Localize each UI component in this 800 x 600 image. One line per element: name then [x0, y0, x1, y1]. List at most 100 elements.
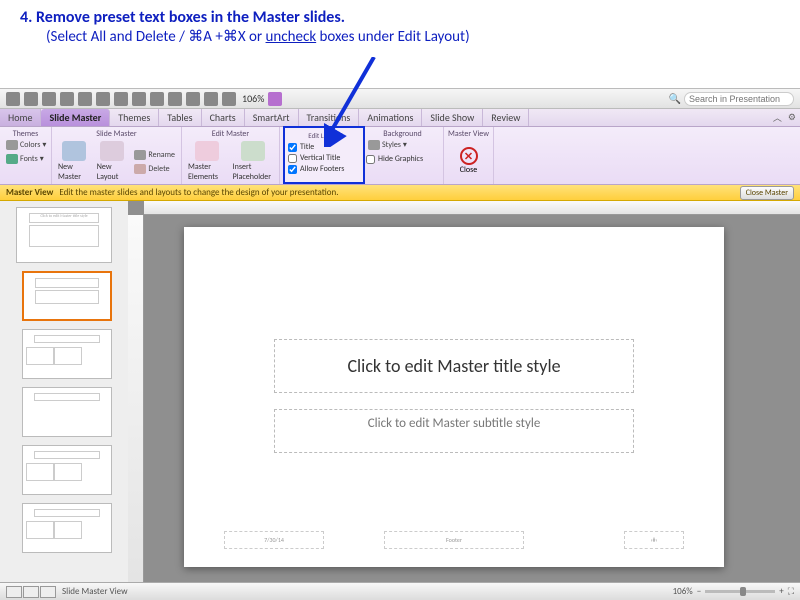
fonts-icon	[6, 154, 18, 164]
zoom-in-icon[interactable]: +	[779, 586, 783, 597]
search-icon: 🔍	[669, 92, 681, 105]
rename-button[interactable]: Rename	[132, 149, 177, 161]
slide-thumbnail-panel[interactable]: Click to edit Master title style	[0, 201, 128, 582]
tab-transitions[interactable]: Transitions	[299, 109, 360, 126]
zoom-value[interactable]: 106%	[242, 92, 264, 105]
tab-tables[interactable]: Tables	[159, 109, 201, 126]
group-head: Edit Master	[186, 129, 275, 139]
date-placeholder[interactable]: 7/30/14	[224, 531, 324, 549]
status-label: Slide Master View	[62, 586, 128, 597]
zoom-slider[interactable]	[705, 590, 775, 593]
options-icon[interactable]: ⚙	[788, 112, 796, 123]
checkbox-input[interactable]	[366, 155, 375, 164]
slideshow-view-button[interactable]	[40, 586, 56, 598]
group-head: Themes	[4, 129, 47, 139]
group-head: Background	[366, 129, 439, 139]
checkbox-input[interactable]	[288, 165, 297, 174]
qat-icon[interactable]	[6, 92, 20, 106]
close-icon: ✕	[460, 147, 478, 165]
undo-icon[interactable]	[168, 92, 182, 106]
checkbox-input[interactable]	[288, 154, 297, 163]
delete-button[interactable]: Delete	[132, 163, 177, 175]
master-view-text: Edit the master slides and layouts to ch…	[59, 187, 338, 198]
workspace: Click to edit Master title style Click t…	[0, 201, 800, 582]
subtitle-placeholder[interactable]: Click to edit Master subtitle style	[274, 409, 634, 453]
tab-animations[interactable]: Animations	[359, 109, 422, 126]
tab-charts[interactable]: Charts	[202, 109, 245, 126]
title-placeholder[interactable]: Click to edit Master title style	[274, 339, 634, 393]
new-layout-icon	[100, 141, 124, 161]
sorter-view-button[interactable]	[23, 586, 39, 598]
hide-graphics-checkbox[interactable]: Hide Graphics	[366, 154, 423, 164]
qat-icon[interactable]	[222, 92, 236, 106]
checkbox-input[interactable]	[288, 143, 297, 152]
colors-button[interactable]: Colors ▾	[4, 139, 48, 151]
fit-icon[interactable]: ⛶	[788, 586, 794, 597]
master-thumbnail[interactable]: Click to edit Master title style	[16, 207, 112, 263]
layout-thumbnail-selected[interactable]	[22, 271, 112, 321]
status-bar: Slide Master View 106% − + ⛶	[0, 582, 800, 600]
close-master-button[interactable]: Close Master	[740, 186, 794, 200]
redo-icon[interactable]	[186, 92, 200, 106]
slide-canvas[interactable]: Click to edit Master title style Click t…	[184, 227, 724, 567]
search-box[interactable]: 🔍	[669, 92, 794, 106]
canvas-area: Click to edit Master title style Click t…	[128, 201, 800, 582]
step-subtitle: (Select All and Delete / ⌘A +⌘X or unche…	[46, 27, 780, 46]
format-icon[interactable]	[150, 92, 164, 106]
tab-smartart[interactable]: SmartArt	[245, 109, 299, 126]
master-view-label: Master View	[6, 187, 53, 198]
zoom-control[interactable]: 106% − + ⛶	[673, 586, 794, 597]
copy-icon[interactable]	[114, 92, 128, 106]
step-title: 4. Remove preset text boxes in the Maste…	[20, 8, 780, 27]
tab-themes[interactable]: Themes	[110, 109, 159, 126]
title-checkbox[interactable]: Title	[288, 142, 360, 152]
help-icon[interactable]	[268, 92, 282, 106]
cut-icon[interactable]	[96, 92, 110, 106]
save-icon[interactable]	[60, 92, 74, 106]
quick-access-toolbar: 106% 🔍	[0, 89, 800, 109]
vertical-ruler	[128, 215, 144, 582]
fonts-button[interactable]: Fonts ▾	[4, 153, 46, 165]
master-elements-button[interactable]: Master Elements	[186, 139, 228, 184]
tab-home[interactable]: Home	[0, 109, 41, 126]
step-text: Remove preset text boxes in the Master s…	[36, 8, 345, 27]
group-edit-master: Edit Master Master Elements Insert Place…	[182, 127, 280, 184]
qat-icon[interactable]	[42, 92, 56, 106]
powerpoint-window: 106% 🔍 Home Slide Master Themes Tables C…	[0, 88, 800, 600]
qat-icon[interactable]	[204, 92, 218, 106]
view-buttons	[6, 586, 56, 598]
group-head: Slide Master	[56, 129, 177, 139]
layout-thumbnail[interactable]	[22, 503, 112, 553]
qat-icon[interactable]	[24, 92, 38, 106]
group-master-view: Master View ✕ Close	[444, 127, 494, 184]
styles-button[interactable]: Styles ▾	[366, 139, 409, 151]
zoom-label: 106%	[673, 586, 693, 597]
group-slide-master: Slide Master New Master New Layout Renam…	[52, 127, 182, 184]
group-background: Background Styles ▾ Hide Graphics	[362, 127, 444, 184]
normal-view-button[interactable]	[6, 586, 22, 598]
step-number: 4.	[20, 8, 32, 27]
collapse-icon[interactable]: ︿	[773, 111, 782, 124]
footer-placeholder[interactable]: Footer	[384, 531, 524, 549]
allow-footers-checkbox[interactable]: Allow Footers	[288, 164, 360, 174]
slide-number-placeholder[interactable]: ‹#›	[624, 531, 684, 549]
tab-slide-master[interactable]: Slide Master	[41, 109, 110, 126]
layout-thumbnail[interactable]	[22, 445, 112, 495]
tab-review[interactable]: Review	[483, 109, 529, 126]
new-master-button[interactable]: New Master	[56, 139, 92, 184]
paste-icon[interactable]	[132, 92, 146, 106]
print-icon[interactable]	[78, 92, 92, 106]
zoom-out-icon[interactable]: −	[697, 586, 701, 597]
close-master-view-button[interactable]: ✕ Close	[454, 145, 484, 177]
layout-thumbnail[interactable]	[22, 387, 112, 437]
insert-placeholder-button[interactable]: Insert Placeholder	[231, 139, 275, 184]
search-input[interactable]	[684, 92, 794, 106]
layout-thumbnail[interactable]	[22, 329, 112, 379]
tab-slide-show[interactable]: Slide Show	[422, 109, 483, 126]
new-layout-button[interactable]: New Layout	[95, 139, 130, 184]
group-head: Master View	[448, 129, 489, 139]
vertical-title-checkbox[interactable]: Vertical Title	[288, 153, 360, 163]
horizontal-ruler	[144, 201, 800, 215]
master-view-bar: Master View Edit the master slides and l…	[0, 185, 800, 201]
rename-icon	[134, 150, 146, 160]
